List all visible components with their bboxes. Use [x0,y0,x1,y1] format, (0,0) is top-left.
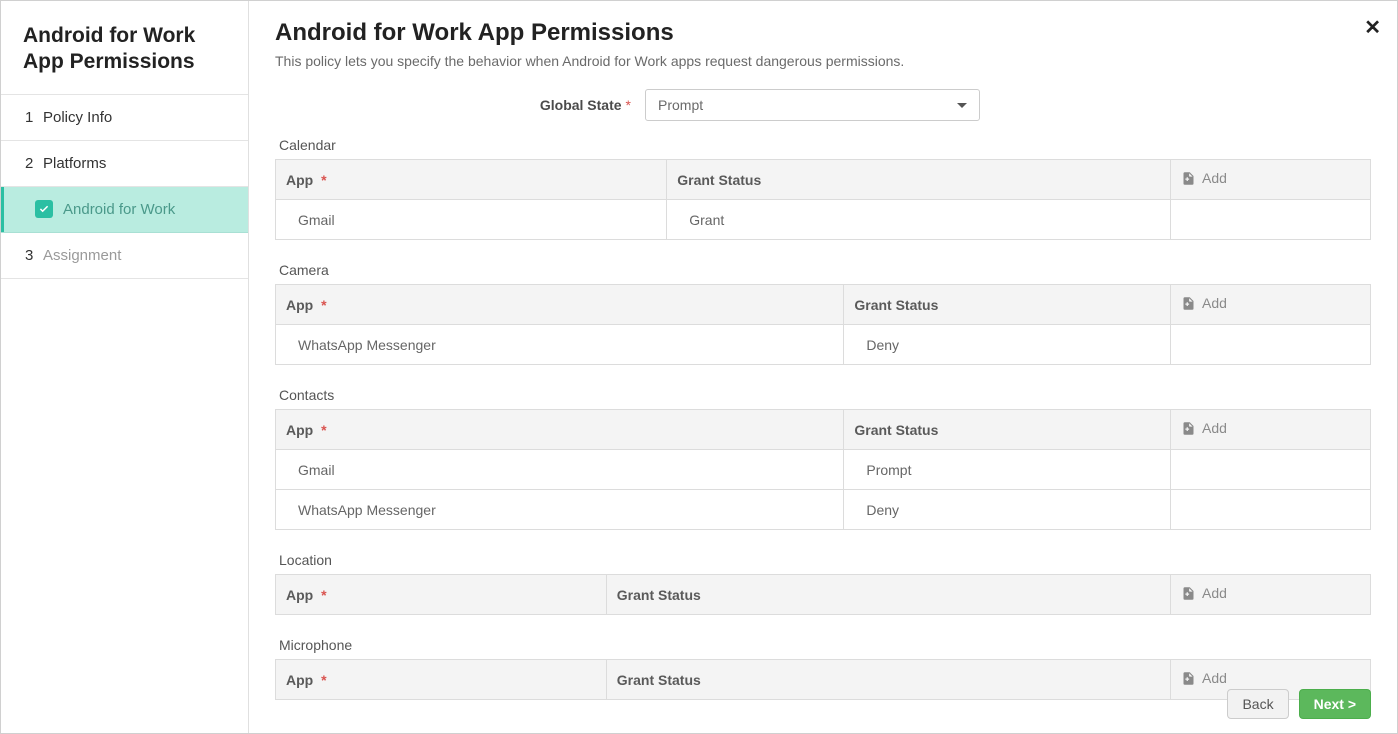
status-cell: Prompt [844,450,1171,490]
permission-table: App *Grant Status Add WhatsApp MessengerDe… [275,284,1371,365]
page-subtitle: This policy lets you specify the behavio… [275,53,1371,69]
section-microphone: Microphone App *Grant Status Add [275,637,1371,700]
sidebar-item-label: Platforms [43,155,106,172]
required-asterisk: * [317,672,326,688]
section-contacts: Contacts App *Grant Status Add GmailPromptW… [275,387,1371,530]
add-label: Add [1202,585,1227,601]
global-state-select[interactable]: Prompt [645,89,980,121]
row-actions [1171,490,1371,530]
status-cell: Deny [844,325,1171,365]
global-state-label: Global State [540,97,622,113]
add-label: Add [1202,420,1227,436]
global-state-row: Global State* Prompt [275,89,1371,121]
add-button[interactable]: Add [1181,420,1227,436]
row-actions [1171,450,1371,490]
permission-table: App *Grant Status Add GmailPromptWhatsApp … [275,409,1371,530]
next-button[interactable]: Next > [1299,689,1371,719]
permission-table: App *Grant Status Add GmailGrant [275,159,1371,240]
col-header-app: App * [276,285,844,325]
section-title: Calendar [275,137,1371,153]
add-label: Add [1202,170,1227,186]
chevron-down-icon [957,103,967,108]
required-asterisk: * [317,587,326,603]
check-icon [35,200,53,218]
table-row[interactable]: WhatsApp MessengerDeny [276,325,1371,365]
table-row[interactable]: GmailPrompt [276,450,1371,490]
table-row[interactable]: WhatsApp MessengerDeny [276,490,1371,530]
add-button[interactable]: Add [1181,170,1227,186]
col-header-status: Grant Status [606,575,1170,615]
table-row[interactable]: GmailGrant [276,200,1371,240]
section-camera: Camera App *Grant Status Add WhatsApp Messe… [275,262,1371,365]
sidebar-item-label: Policy Info [43,109,112,126]
add-button[interactable]: Add [1181,585,1227,601]
status-cell: Deny [844,490,1171,530]
sidebar: Android for Work App Permissions 1Policy… [1,1,249,733]
col-header-status: Grant Status [844,285,1171,325]
col-header-status: Grant Status [844,410,1171,450]
app-cell: WhatsApp Messenger [276,325,844,365]
required-asterisk: * [317,422,326,438]
app-cell: Gmail [276,200,667,240]
app-cell: WhatsApp Messenger [276,490,844,530]
add-button[interactable]: Add [1181,295,1227,311]
add-label: Add [1202,295,1227,311]
close-icon[interactable]: ✕ [1364,15,1381,40]
required-asterisk: * [317,172,326,188]
col-header-add: Add [1171,410,1371,450]
sidebar-item-android-for-work[interactable]: Android for Work [1,187,248,233]
section-title: Camera [275,262,1371,278]
nav-step-number: 1 [25,109,43,126]
col-header-app: App * [276,575,607,615]
status-cell: Grant [667,200,1171,240]
row-actions [1171,200,1371,240]
nav-step-number: 3 [25,247,43,264]
section-title: Contacts [275,387,1371,403]
col-header-add: Add [1171,575,1371,615]
required-asterisk: * [622,97,631,113]
sidebar-item-platforms[interactable]: 2Platforms [1,141,248,187]
permission-table: App *Grant Status Add [275,574,1371,615]
nav-step-number: 2 [25,155,43,172]
col-header-add: Add [1171,160,1371,200]
permission-table: App *Grant Status Add [275,659,1371,700]
global-state-value: Prompt [658,97,703,113]
main-panel: ✕ Android for Work App Permissions This … [249,1,1397,733]
col-header-app: App * [276,660,607,700]
sidebar-nav: 1Policy Info2PlatformsAndroid for Work3A… [1,95,248,279]
section-title: Microphone [275,637,1371,653]
back-button[interactable]: Back [1227,689,1288,719]
col-header-add: Add [1171,285,1371,325]
app-cell: Gmail [276,450,844,490]
add-label: Add [1202,670,1227,686]
section-calendar: Calendar App *Grant Status Add GmailGrant [275,137,1371,240]
col-header-status: Grant Status [667,160,1171,200]
required-asterisk: * [317,297,326,313]
section-location: Location App *Grant Status Add [275,552,1371,615]
col-header-status: Grant Status [606,660,1170,700]
permission-sections: CalendarApp *Grant StatusAddGmailGrantCa… [275,137,1371,700]
col-header-app: App * [276,410,844,450]
page-title: Android for Work App Permissions [275,19,1371,47]
sidebar-item-label: Assignment [43,247,121,264]
sidebar-item-assignment[interactable]: 3Assignment [1,233,248,279]
footer-bar: Back Next > [1227,689,1371,719]
sidebar-item-label: Android for Work [63,201,175,218]
section-title: Location [275,552,1371,568]
sidebar-item-policy-info[interactable]: 1Policy Info [1,95,248,141]
sidebar-title: Android for Work App Permissions [1,1,248,95]
row-actions [1171,325,1371,365]
add-button[interactable]: Add [1181,670,1227,686]
col-header-app: App * [276,160,667,200]
